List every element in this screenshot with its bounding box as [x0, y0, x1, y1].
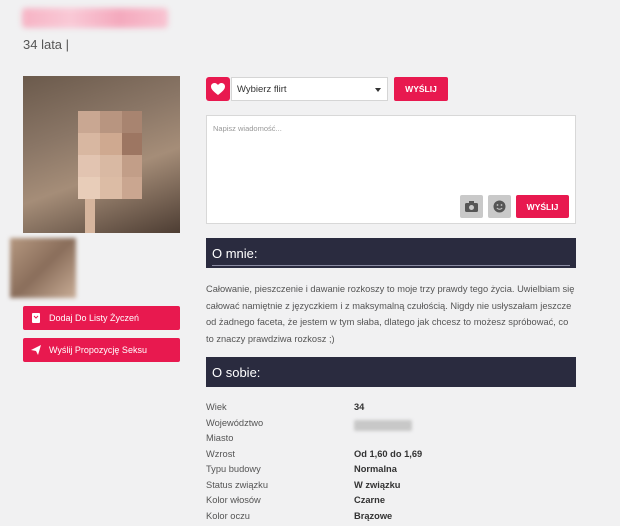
detail-row-height: Wzrost Od 1,60 do 1,69 — [206, 449, 576, 465]
send-icon — [31, 345, 41, 355]
detail-row-city: Miasto — [206, 433, 576, 449]
send-proposal-button[interactable]: Wyślij Propozycję Seksu — [23, 338, 180, 362]
detail-label: Województwo — [206, 417, 264, 428]
profile-name-blurred — [22, 8, 168, 28]
send-proposal-label: Wyślij Propozycję Seksu — [49, 345, 147, 355]
detail-label: Miasto — [206, 433, 234, 443]
detail-row-hair: Kolor włosów Czarne — [206, 495, 576, 511]
profile-photo-thumbnail[interactable] — [10, 238, 76, 298]
profile-age: 34 lata | — [23, 37, 70, 52]
detail-label: Typu budowy — [206, 464, 261, 474]
message-input[interactable] — [207, 116, 575, 186]
detail-label: Wzrost — [206, 448, 235, 459]
detail-label: Wiek — [206, 402, 227, 412]
detail-value-blurred — [354, 418, 412, 433]
camera-icon[interactable] — [460, 195, 483, 218]
chevron-down-icon — [375, 88, 381, 92]
profile-photo[interactable] — [23, 76, 180, 233]
detail-value: Normalna — [354, 464, 397, 474]
header-divider — [212, 265, 570, 266]
message-box: WYŚLIJ — [206, 115, 576, 224]
heart-icon — [206, 77, 230, 101]
detail-row-build: Typu budowy Normalna — [206, 464, 576, 480]
details-table: Wiek 34 Województwo Miasto Wzrost Od 1,6… — [206, 402, 576, 526]
emoji-icon[interactable] — [488, 195, 511, 218]
detail-label: Kolor oczu — [206, 510, 250, 521]
details-header: O sobie: — [206, 357, 576, 387]
detail-value: W związku — [354, 479, 401, 490]
detail-row-relationship: Status związku W związku — [206, 480, 576, 496]
send-message-button[interactable]: WYŚLIJ — [516, 195, 569, 218]
about-heading: O mnie: — [212, 245, 258, 261]
detail-value: Czarne — [354, 495, 386, 505]
details-heading: O sobie: — [212, 364, 261, 380]
detail-value: Brązowe — [354, 510, 393, 521]
about-header: O mnie: — [206, 238, 576, 268]
detail-value: Od 1,60 do 1,69 — [354, 448, 423, 459]
bookmark-icon — [31, 313, 41, 323]
add-to-wishlist-button[interactable]: Dodaj Do Listy Życzeń — [23, 306, 180, 330]
detail-row-age: Wiek 34 — [206, 402, 576, 418]
detail-value: 34 — [354, 402, 365, 412]
detail-row-eyes: Kolor oczu Brązowe — [206, 511, 576, 526]
flirt-select-value: Wybierz flirt — [237, 83, 287, 95]
send-flirt-button[interactable]: WYŚLIJ — [394, 77, 448, 101]
add-to-wishlist-label: Dodaj Do Listy Życzeń — [49, 313, 140, 323]
flirt-select[interactable]: Wybierz flirt — [231, 77, 388, 101]
detail-row-region: Województwo — [206, 418, 576, 434]
about-text: Całowanie, pieszczenie i dawanie rozkosz… — [206, 284, 575, 344]
detail-label: Kolor włosów — [206, 495, 261, 505]
detail-label: Status związku — [206, 479, 269, 490]
